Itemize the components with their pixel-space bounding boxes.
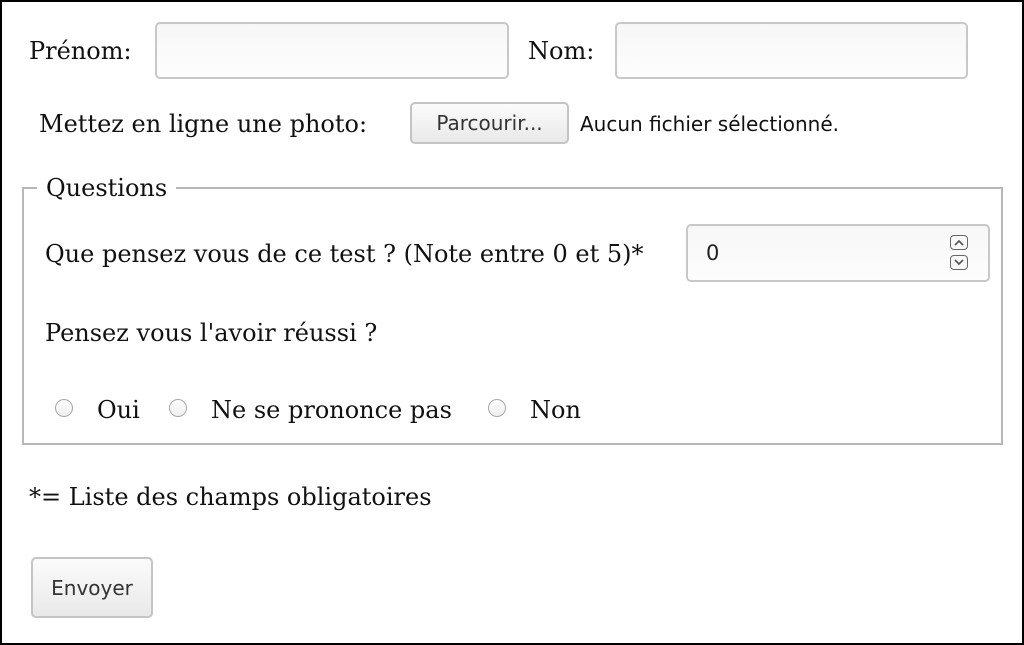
browse-button[interactable]: Parcourir... [410, 102, 569, 144]
radio-ne-se-prononce-pas[interactable] [169, 399, 187, 417]
submit-button[interactable]: Envoyer [31, 557, 153, 618]
photo-label: Mettez en ligne une photo: [39, 110, 368, 138]
questions-legend: Questions [37, 174, 177, 202]
rating-number-input[interactable]: 0 [686, 224, 990, 282]
prenom-label: Prénom: [29, 37, 132, 65]
radio-non-label: Non [530, 396, 581, 424]
required-fields-note: *= Liste des champs obligatoires [29, 483, 432, 511]
rating-question-label: Que pensez vous de ce test ? (Note entre… [45, 240, 644, 268]
success-question-label: Pensez vous l'avoir réussi ? [45, 319, 378, 347]
radio-ne-se-prononce-pas-label: Ne se prononce pas [211, 396, 452, 424]
radio-oui-label: Oui [97, 396, 140, 424]
chevron-up-icon [954, 239, 964, 246]
file-status-text: Aucun fichier sélectionné. [580, 112, 840, 136]
prenom-input[interactable] [155, 22, 509, 79]
nom-input[interactable] [615, 22, 968, 79]
spin-up-button[interactable] [950, 235, 968, 250]
chevron-down-icon [954, 259, 964, 266]
spin-down-button[interactable] [950, 255, 968, 270]
radio-oui[interactable] [55, 399, 73, 417]
rating-value: 0 [706, 241, 720, 265]
radio-non[interactable] [488, 399, 506, 417]
form-page: Prénom: Nom: Mettez en ligne une photo: … [0, 0, 1024, 645]
nom-label: Nom: [528, 37, 595, 65]
